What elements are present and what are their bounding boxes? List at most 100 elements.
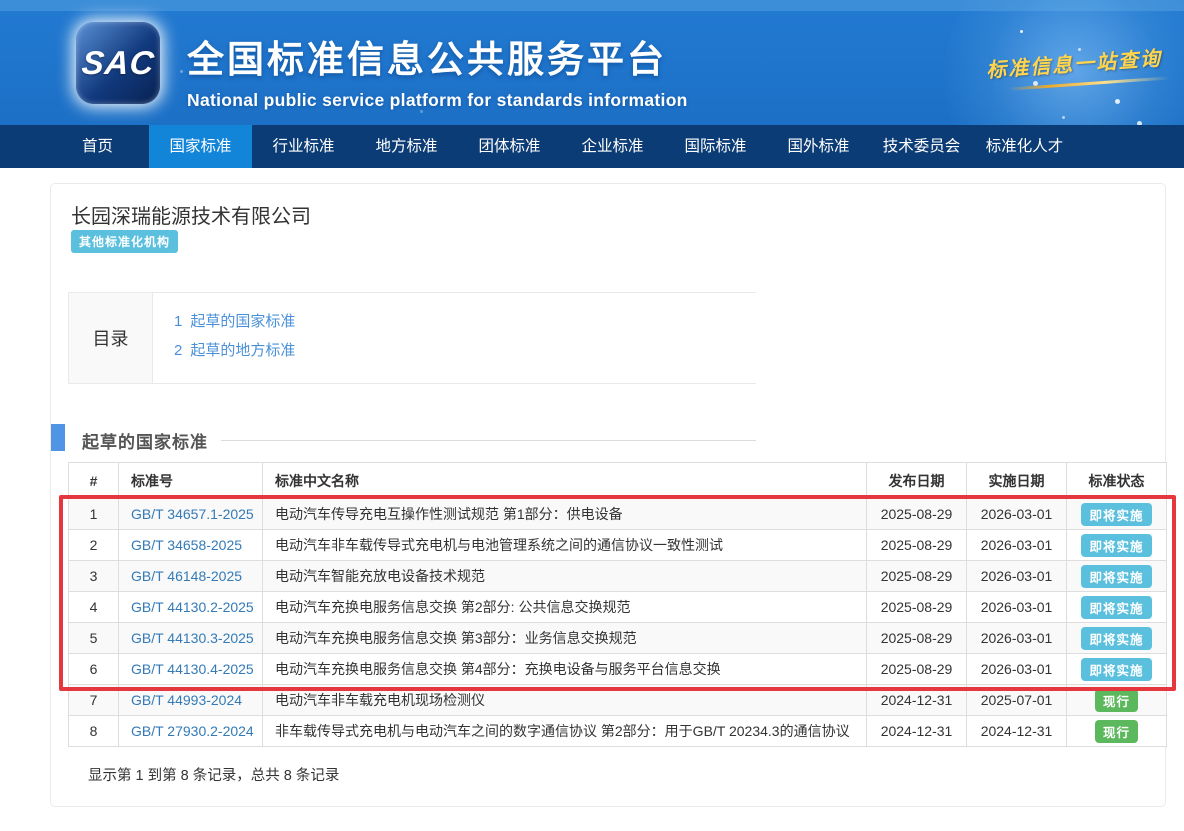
section-marker-decoration xyxy=(51,424,65,451)
main-nav: 首页国家标准行业标准地方标准团体标准企业标准国际标准国外标准技术委员会标准化人才 xyxy=(0,125,1184,168)
cell-implement-date: 2025-07-01 xyxy=(967,685,1067,716)
cell-std-no: GB/T 44130.3-2025 xyxy=(119,623,263,654)
cell-std-no: GB/T 44130.2-2025 xyxy=(119,592,263,623)
cell-name: 电动汽车充换电服务信息交换 第2部分: 公共信息交换规范 xyxy=(263,592,867,623)
sac-logo-text: SAC xyxy=(80,44,157,82)
toc-link-2[interactable]: 2 起草的地方标准 xyxy=(174,336,295,365)
status-badge: 即将实施 xyxy=(1081,503,1151,526)
status-badge: 即将实施 xyxy=(1081,534,1151,557)
standard-number-link[interactable]: GB/T 44993-2024 xyxy=(131,692,242,708)
cell-std-no: GB/T 46148-2025 xyxy=(119,561,263,592)
cell-implement-date: 2026-03-01 xyxy=(967,530,1067,561)
cell-name: 电动汽车智能充放电设备技术规范 xyxy=(263,561,867,592)
cell-name: 非车载传导式充电机与电动汽车之间的数字通信协议 第2部分：用于GB/T 2023… xyxy=(263,716,867,747)
nav-item-foreign-standards[interactable]: 国外标准 xyxy=(767,125,870,168)
table-record-summary: 显示第 1 到第 8 条记录，总共 8 条记录 xyxy=(88,764,339,785)
column-header: 实施日期 xyxy=(967,463,1067,499)
content-card: 长园深瑞能源技术有限公司 其他标准化机构 目录 1起草的国家标准2起草的地方标准… xyxy=(50,183,1166,807)
cell-name: 电动汽车传导充电互操作性测试规范 第1部分：供电设备 xyxy=(263,499,867,530)
cell-publish-date: 2024-12-31 xyxy=(867,685,967,716)
cell-publish-date: 2025-08-29 xyxy=(867,592,967,623)
cell-std-no: GB/T 34657.1-2025 xyxy=(119,499,263,530)
cell-name: 电动汽车非车载充电机现场检测仪 xyxy=(263,685,867,716)
column-header: 标准状态 xyxy=(1067,463,1167,499)
standard-number-link[interactable]: GB/T 44130.2-2025 xyxy=(131,599,254,615)
status-badge: 现行 xyxy=(1095,720,1138,743)
status-badge: 即将实施 xyxy=(1081,627,1151,650)
nav-item-technical-committee[interactable]: 技术委员会 xyxy=(870,125,973,168)
table-row: 3GB/T 46148-2025电动汽车智能充放电设备技术规范2025-08-2… xyxy=(69,561,1167,592)
nav-item-group-standards[interactable]: 团体标准 xyxy=(458,125,561,168)
nav-item-local-standards[interactable]: 地方标准 xyxy=(355,125,458,168)
cell-std-no: GB/T 27930.2-2024 xyxy=(119,716,263,747)
cell-status: 即将实施 xyxy=(1067,623,1167,654)
cell-index: 2 xyxy=(69,530,119,561)
cell-status: 即将实施 xyxy=(1067,561,1167,592)
column-header: 标准中文名称 xyxy=(263,463,867,499)
cell-implement-date: 2024-12-31 xyxy=(967,716,1067,747)
standard-number-link[interactable]: GB/T 34658-2025 xyxy=(131,537,242,553)
cell-name: 电动汽车非车载传导式充电机与电池管理系统之间的通信协议一致性测试 xyxy=(263,530,867,561)
nav-item-standardization-talent[interactable]: 标准化人才 xyxy=(973,125,1076,168)
toc-link-1[interactable]: 1起草的国家标准 xyxy=(174,307,295,336)
table-row: 6 GB/T 44130.4-2025 电动汽车充换电服务信息交换 第4部分：充换电… xyxy=(69,654,1167,685)
cell-status: 现行 xyxy=(1067,716,1167,747)
table-row: 8 GB/T 27930.2-2024 非车载传导式充电机与电动汽车之间的数字通信协… xyxy=(69,716,1167,747)
standard-number-link[interactable]: GB/T 44130.4-2025 xyxy=(131,661,254,677)
cell-std-no: GB/T 44130.4-2025 xyxy=(119,654,263,685)
cell-index: 6 xyxy=(69,654,119,685)
table-row: 1 GB/T 34657.1-2025 电动汽车传导充电互操作性测试规范 第1部分：… xyxy=(69,499,1167,530)
cell-index: 1 xyxy=(69,499,119,530)
cell-status: 现行 xyxy=(1067,685,1167,716)
cell-publish-date: 2025-08-29 xyxy=(867,654,967,685)
cell-implement-date: 2026-03-01 xyxy=(967,561,1067,592)
toc-link-label: 起草的国家标准 xyxy=(190,313,295,330)
cell-index: 4 xyxy=(69,592,119,623)
cell-implement-date: 2026-03-01 xyxy=(967,499,1067,530)
nav-item-home[interactable]: 首页 xyxy=(46,125,149,168)
column-header: 发布日期 xyxy=(867,463,967,499)
cell-status: 即将实施 xyxy=(1067,592,1167,623)
sac-logo[interactable]: SAC xyxy=(76,22,160,104)
cell-implement-date: 2026-03-01 xyxy=(967,654,1067,685)
toc-label: 目录 xyxy=(69,293,153,383)
toc-links: 1起草的国家标准2 起草的地方标准 xyxy=(153,293,295,383)
standards-table-body: 1 GB/T 34657.1-2025 电动汽车传导充电互操作性测试规范 第1部分：… xyxy=(69,499,1167,747)
cell-std-no: GB/T 44993-2024 xyxy=(119,685,263,716)
nav-item-industry-standards[interactable]: 行业标准 xyxy=(252,125,355,168)
cell-publish-date: 2025-08-29 xyxy=(867,530,967,561)
cell-name: 电动汽车充换电服务信息交换 第4部分：充换电设备与服务平台信息交换 xyxy=(263,654,867,685)
cell-publish-date: 2025-08-29 xyxy=(867,499,967,530)
toc-link-number: 2 xyxy=(174,336,182,365)
standard-number-link[interactable]: GB/T 46148-2025 xyxy=(131,568,242,584)
cell-index: 5 xyxy=(69,623,119,654)
cell-std-no: GB/T 34658-2025 xyxy=(119,530,263,561)
standard-number-link[interactable]: GB/T 44130.3-2025 xyxy=(131,630,254,646)
nav-item-international-standards[interactable]: 国际标准 xyxy=(664,125,767,168)
standard-number-link[interactable]: GB/T 34657.1-2025 xyxy=(131,506,254,522)
column-header: # xyxy=(69,463,119,499)
page: SAC 全国标准信息公共服务平台 National public service… xyxy=(0,0,1184,831)
toc-link-label: 起草的地方标准 xyxy=(190,342,295,359)
cell-implement-date: 2026-03-01 xyxy=(967,592,1067,623)
nav-item-national-standards[interactable]: 国家标准 xyxy=(149,125,252,168)
sparkle-dots-decoration xyxy=(1020,30,1023,33)
cell-index: 8 xyxy=(69,716,119,747)
standards-table-head-row: #标准号标准中文名称发布日期实施日期标准状态 xyxy=(69,463,1167,499)
cell-implement-date: 2026-03-01 xyxy=(967,623,1067,654)
site-title: 全国标准信息公共服务平台 xyxy=(187,29,688,83)
nav-item-enterprise-standards[interactable]: 企业标准 xyxy=(561,125,664,168)
cell-status: 即将实施 xyxy=(1067,499,1167,530)
company-type-badge: 其他标准化机构 xyxy=(71,230,178,253)
site-header: SAC 全国标准信息公共服务平台 National public service… xyxy=(0,0,1184,125)
status-badge: 即将实施 xyxy=(1081,658,1151,681)
table-row: 5 GB/T 44130.3-2025 电动汽车充换电服务信息交换 第3部分：业务信… xyxy=(69,623,1167,654)
company-name: 长园深瑞能源技术有限公司 xyxy=(71,200,311,229)
toc-box: 目录 1起草的国家标准2 起草的地方标准 xyxy=(68,292,756,384)
standard-number-link[interactable]: GB/T 27930.2-2024 xyxy=(131,723,254,739)
standards-table: #标准号标准中文名称发布日期实施日期标准状态 1 GB/T 34657.1-202… xyxy=(68,462,1167,747)
site-title-block: 全国标准信息公共服务平台 National public service pla… xyxy=(187,29,688,111)
cell-publish-date: 2025-08-29 xyxy=(867,561,967,592)
cell-status: 即将实施 xyxy=(1067,530,1167,561)
cell-name: 电动汽车充换电服务信息交换 第3部分：业务信息交换规范 xyxy=(263,623,867,654)
